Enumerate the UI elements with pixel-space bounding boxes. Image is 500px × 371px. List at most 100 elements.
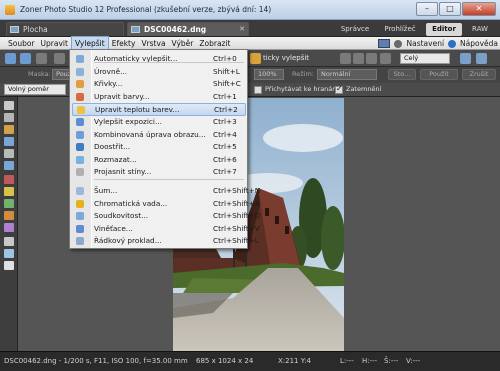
flip-icon[interactable]: [366, 53, 377, 64]
menu-item-label: Chromatická vada...: [94, 198, 168, 208]
combined-adjust-icon: [76, 130, 84, 139]
select-tool-icon[interactable]: [4, 149, 14, 158]
auto-enhance-icon[interactable]: [250, 53, 261, 64]
close-tab-icon[interactable]: ✕: [239, 23, 245, 36]
snap-edges-label: Přichytávat ke hranám: [265, 85, 339, 93]
rotate-right-icon[interactable]: [353, 53, 364, 64]
menu-item-3[interactable]: Upravit barvy... Ctrl+1: [72, 91, 246, 104]
rect-select-tool-icon[interactable]: [4, 161, 14, 170]
mode-manager[interactable]: Správce: [334, 23, 376, 36]
darken-checkbox[interactable]: [335, 84, 343, 94]
straighten-tool-icon[interactable]: [4, 137, 14, 146]
mode-editor[interactable]: Editor: [426, 23, 462, 36]
help-icon: [448, 39, 457, 48]
settings-menu[interactable]: Nastavení: [406, 39, 444, 48]
preset-select[interactable]: Celý: [400, 53, 450, 64]
save-icon[interactable]: [54, 53, 65, 64]
menu-item-1[interactable]: Úrovně... Shift+L: [72, 66, 246, 79]
enhance-menu: Automaticky vylepšit... Ctrl+0 Úrovně... Sh…: [69, 49, 260, 249]
menu-item-4[interactable]: Upravit teplotu barev... Ctrl+2: [72, 103, 246, 116]
forward-icon[interactable]: [20, 53, 31, 64]
exposure-icon: [76, 118, 84, 126]
eraser-tool-icon[interactable]: [4, 261, 14, 270]
mode-raw[interactable]: RAW: [464, 23, 496, 36]
menu-item-11[interactable]: Chromatická vada... Ctrl+Shift+A: [72, 198, 260, 211]
menu-item-label: Upravit barvy...: [94, 91, 150, 101]
menu-item-7[interactable]: Doostřit... Ctrl+5: [72, 141, 246, 154]
menu-item-5[interactable]: Vylepšit expozici... Ctrl+3: [72, 116, 246, 129]
apply-button[interactable]: Použít: [420, 69, 458, 80]
cursor-coords: X:211 Y:4: [278, 357, 311, 365]
menu-item-0[interactable]: Automaticky vylepšit... Ctrl+0: [72, 53, 246, 66]
hand-tool-icon[interactable]: [4, 113, 14, 122]
folder-icon: [10, 26, 19, 33]
levels-icon: [76, 67, 84, 76]
dodge-tool-icon[interactable]: [4, 211, 14, 220]
hue-readout: H:---: [362, 357, 378, 365]
red-eye-tool-icon[interactable]: [4, 175, 14, 184]
maximize-button[interactable]: □: [439, 2, 461, 16]
menu-separator: [94, 178, 244, 180]
menu-item-shortcut: Ctrl+Shift+L: [213, 236, 259, 246]
menu-file[interactable]: Soubor: [5, 37, 38, 50]
blend-mode-select[interactable]: Normální: [317, 69, 377, 80]
menu-item-label: Soudkovitost...: [94, 211, 149, 221]
layout-icon[interactable]: [378, 39, 391, 48]
crop-tool-icon[interactable]: [4, 125, 14, 134]
back-icon[interactable]: [5, 53, 16, 64]
menu-item-13[interactable]: Viněťace... Ctrl+Shift+V: [72, 223, 260, 236]
app-logo-icon: [5, 4, 15, 15]
share-icon[interactable]: [476, 53, 487, 64]
menu-item-12[interactable]: Soudkovitost... Ctrl+Shift+D: [72, 210, 260, 223]
blur-icon: [76, 155, 84, 164]
tab-desktop[interactable]: Plocha: [6, 22, 124, 36]
file-info: DSC00462.dng - 1/200 s, F11, ISO 100, f=…: [4, 357, 188, 365]
grid-view-icon[interactable]: [36, 53, 47, 64]
zoom-tool-icon[interactable]: [4, 101, 14, 110]
help-menu[interactable]: Nápověda: [460, 39, 498, 48]
cancel-button[interactable]: Zrušit: [462, 69, 496, 80]
ratio-select[interactable]: Volný poměr: [4, 84, 66, 95]
menu-item-label: Projasnit stíny...: [94, 167, 152, 177]
menu-item-shortcut: Ctrl+Shift+V: [213, 223, 260, 233]
shadows-icon: [76, 168, 84, 177]
menu-item-label: Křivky...: [94, 79, 123, 89]
sto-button[interactable]: Sto...: [388, 69, 416, 80]
burn-tool-icon[interactable]: [4, 223, 14, 232]
snap-edges-checkbox[interactable]: [254, 86, 262, 94]
menu-view[interactable]: Zobrazit: [196, 37, 233, 50]
menu-item-shortcut: Ctrl+Shift+N: [213, 186, 261, 195]
print-icon[interactable]: [460, 53, 471, 64]
mode-viewer[interactable]: Prohlížeč: [378, 23, 422, 36]
menu-item-label: Řádkový proklad...: [94, 236, 162, 246]
thermometer-icon: [77, 106, 85, 115]
menu-item-8[interactable]: Rozmazat... Ctrl+6: [72, 154, 246, 167]
menu-selection[interactable]: Výběr: [169, 37, 197, 50]
fill-tool-icon[interactable]: [4, 249, 14, 258]
minimize-button[interactable]: –: [416, 2, 438, 16]
clone-tool-icon[interactable]: [4, 187, 14, 196]
menu-item-6[interactable]: Kombinovaná úprava obrazu... Ctrl+4: [72, 129, 246, 142]
brush-tool-icon[interactable]: [4, 199, 14, 208]
menu-item-14[interactable]: Řádkový proklad... Ctrl+Shift+L: [72, 235, 259, 248]
text-tool-icon[interactable]: [4, 237, 14, 246]
menubar-right: Nastavení Nápověda: [378, 37, 498, 50]
close-button[interactable]: ✕: [462, 2, 496, 16]
menu-effects[interactable]: Efekty: [109, 37, 139, 50]
auto-enhance-label[interactable]: ticky vylepšit: [263, 53, 309, 64]
rotate-left-icon[interactable]: [340, 53, 351, 64]
blend-mode-label: Režim:: [292, 70, 314, 78]
menu-item-10[interactable]: Šum... Ctrl+Shift+N: [72, 185, 260, 198]
tab-document[interactable]: DSC00462.dng ✕: [127, 22, 249, 36]
tab-label: Plocha: [23, 25, 48, 34]
zoom-fit-icon[interactable]: [380, 53, 391, 64]
menu-edit[interactable]: Upravit: [38, 37, 71, 50]
menu-item-shortcut: Shift+L: [213, 66, 240, 76]
menu-item-2[interactable]: Křivky... Shift+C: [72, 78, 246, 91]
menu-layer[interactable]: Vrstva: [138, 37, 168, 50]
darken-label: Zatemnění: [346, 85, 382, 93]
menu-item-shortcut: Ctrl+Shift+D: [213, 211, 261, 221]
saturation-readout: Š:---: [384, 357, 399, 365]
zoom-select[interactable]: 100%: [254, 69, 284, 80]
menu-item-9[interactable]: Projasnit stíny... Ctrl+7: [72, 166, 246, 179]
